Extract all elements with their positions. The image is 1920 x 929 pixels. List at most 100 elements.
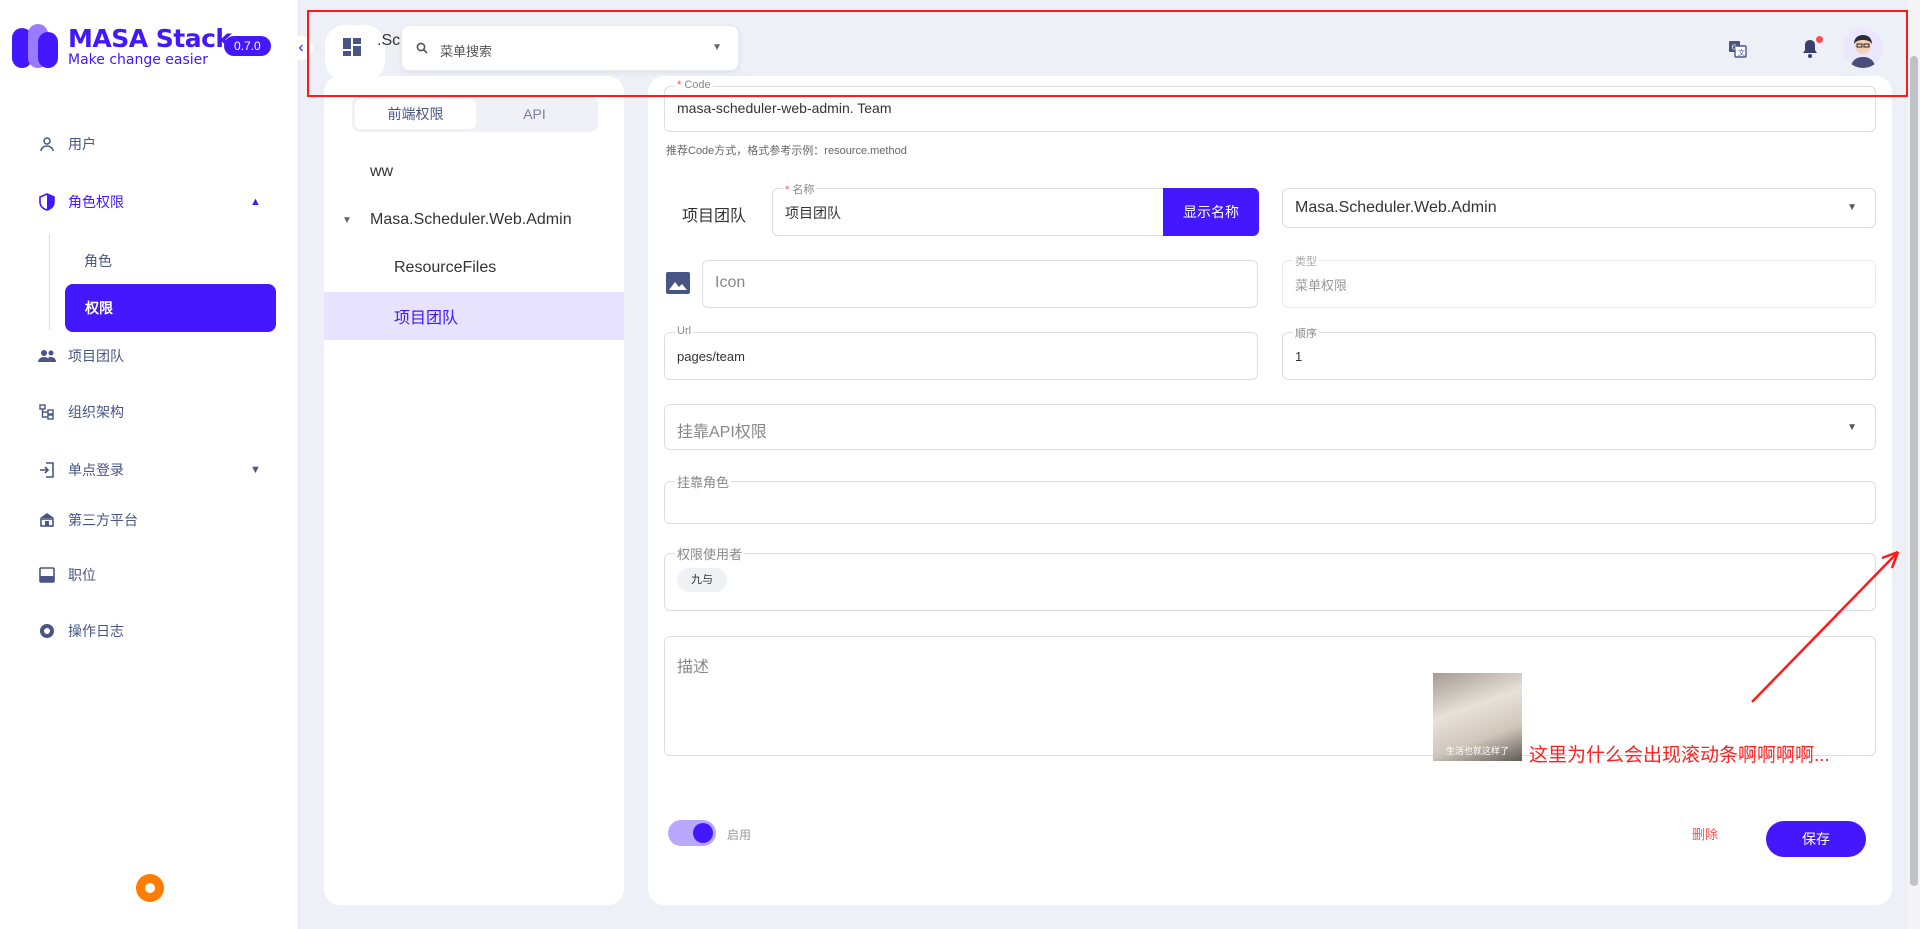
tab-frontend-permission[interactable]: 前端权限	[355, 99, 476, 129]
user-chip[interactable]: 九与	[677, 568, 727, 592]
nav-item-org[interactable]: 组织架构	[38, 402, 124, 422]
tree-node-resource-files[interactable]: ResourceFiles	[324, 244, 624, 292]
role-select[interactable]: 挂靠角色	[664, 472, 1876, 524]
display-name-button[interactable]: 显示名称	[1163, 188, 1259, 236]
nav-item-position[interactable]: 职位	[38, 565, 96, 585]
app-select-value: Masa.Scheduler.Web.Admin	[1295, 199, 1497, 216]
nav-item-sso[interactable]: 单点登录	[38, 460, 124, 480]
dropdown-caret-icon: ▼	[712, 42, 722, 53]
search-icon	[416, 41, 428, 59]
bank-icon	[38, 511, 56, 529]
login-icon	[38, 461, 56, 479]
order-value: 1	[1295, 349, 1303, 364]
delete-button[interactable]: 删除	[1692, 824, 1718, 843]
nav-item-permission[interactable]: 权限	[65, 284, 276, 332]
record-icon	[38, 622, 56, 640]
nav-label-position: 职位	[68, 567, 96, 583]
code-label: * Code	[675, 79, 713, 91]
toggle-knob	[693, 823, 713, 843]
user-icon	[38, 135, 56, 153]
image-icon[interactable]	[666, 272, 690, 294]
permission-tree-panel: 前端权限 API ww ▼ Masa.Scheduler.Web.Admin R…	[324, 76, 624, 905]
org-chart-icon	[38, 403, 56, 421]
masa-logo-icon	[12, 24, 58, 70]
brand-title: MASA Stack	[68, 24, 232, 53]
chevron-up-icon[interactable]: ▲	[250, 196, 261, 208]
code-value: masa-scheduler-web-admin. Team	[677, 100, 892, 116]
type-value: 菜单权限	[1295, 278, 1348, 293]
tree-node-app-label: Masa.Scheduler.Web.Admin	[370, 211, 572, 228]
annotation-text: 这里为什么会出现滚动条啊啊啊啊...	[1529, 745, 1830, 766]
url-label: Url	[675, 325, 694, 337]
code-hint: 推荐Code方式，格式参考示例：resource.method	[666, 145, 907, 157]
brand-subtitle: Make change easier	[68, 52, 209, 68]
chevron-down-icon[interactable]: ▼	[250, 464, 261, 476]
team-icon	[38, 347, 56, 365]
notification-bell-icon[interactable]	[1795, 34, 1825, 64]
tab-api[interactable]: API	[474, 99, 595, 129]
badge-icon	[38, 566, 56, 584]
menu-search-input[interactable]: 菜单搜索 ▼	[401, 25, 739, 71]
translate-icon[interactable]: G文	[1723, 34, 1753, 64]
order-label: 顺序	[1293, 325, 1319, 341]
submenu-divider	[49, 234, 50, 330]
help-fab-button[interactable]	[136, 874, 164, 902]
api-permission-placeholder: 挂靠API权限	[677, 424, 767, 441]
nav-item-oplog[interactable]: 操作日志	[38, 621, 124, 641]
collapse-sidebar-button[interactable]: ‹	[289, 36, 313, 60]
sidebar: MASA Stack Make change easier 0.7.0 用户 角…	[0, 0, 299, 929]
icon-placeholder: Icon	[715, 274, 746, 291]
nav-item-users[interactable]: 用户	[38, 134, 96, 154]
dashboard-icon[interactable]	[343, 38, 361, 61]
name-label: * 名称	[783, 181, 817, 197]
notification-dot	[1816, 36, 1823, 43]
url-field[interactable]: Url pages/team	[664, 325, 1258, 380]
name-field[interactable]: * 名称 项目团队	[772, 181, 1164, 236]
page-scrollbar[interactable]	[1908, 0, 1920, 929]
nav-item-team[interactable]: 项目团队	[38, 346, 124, 366]
svg-text:G: G	[1732, 44, 1737, 52]
tree-expand-icon[interactable]: ▼	[342, 215, 352, 226]
svg-text:文: 文	[1738, 48, 1745, 57]
version-badge: 0.7.0	[224, 36, 271, 56]
enable-toggle[interactable]	[668, 820, 716, 846]
nav-item-role[interactable]: 角色	[84, 251, 112, 271]
nav-label-roles-permissions: 角色权限	[68, 194, 124, 210]
enable-label: 启用	[727, 828, 752, 842]
nav-label-third-party: 第三方平台	[68, 512, 138, 528]
name-prefix: 项目团队	[682, 208, 747, 225]
tree-node-app[interactable]: ▼ Masa.Scheduler.Web.Admin	[324, 196, 624, 244]
user-avatar[interactable]	[1843, 28, 1883, 68]
description-field[interactable]: 描述	[664, 636, 1876, 756]
url-value: pages/team	[677, 349, 745, 364]
search-placeholder: 菜单搜索	[440, 44, 493, 59]
tree-node-ww[interactable]: ww	[324, 148, 624, 196]
description-placeholder: 描述	[677, 659, 710, 676]
nav-label-team: 项目团队	[68, 348, 124, 364]
meme-caption: 生活也就这样了	[1445, 746, 1509, 756]
name-value: 项目团队	[785, 205, 841, 221]
api-permission-caret-icon: ▼	[1847, 422, 1857, 433]
api-permission-select[interactable]: 挂靠API权限 ▼	[664, 404, 1876, 450]
type-label: 类型	[1293, 253, 1319, 269]
permission-type-tabs: 前端权限 API	[352, 96, 598, 132]
brand-logo[interactable]: MASA Stack Make change easier	[12, 24, 232, 70]
shield-icon	[38, 193, 56, 211]
users-field[interactable]: 权限使用者 九与	[664, 544, 1876, 611]
nav-item-roles-permissions[interactable]: 角色权限	[38, 192, 124, 212]
nav-label-users: 用户	[68, 136, 96, 152]
code-field[interactable]: * Code masa-scheduler-web-admin. Team	[664, 79, 1876, 132]
icon-field[interactable]: Icon	[702, 260, 1258, 308]
save-button[interactable]: 保存	[1766, 821, 1866, 857]
order-field[interactable]: 顺序 1	[1282, 325, 1876, 380]
nav-label-oplog: 操作日志	[68, 623, 124, 639]
scrollbar-thumb[interactable]	[1910, 56, 1918, 886]
tree-node-team[interactable]: 项目团队	[324, 292, 624, 340]
permission-form-panel: * Code masa-scheduler-web-admin. Team 推荐…	[648, 76, 1892, 905]
nav-item-third-party[interactable]: 第三方平台	[38, 510, 138, 530]
users-label: 权限使用者	[675, 544, 745, 563]
app-select-caret-icon: ▼	[1847, 202, 1857, 213]
app-select[interactable]: Masa.Scheduler.Web.Admin ▼	[1282, 188, 1876, 228]
meme-image: 生活也就这样了	[1433, 673, 1522, 761]
nav-label-sso: 单点登录	[68, 462, 124, 478]
